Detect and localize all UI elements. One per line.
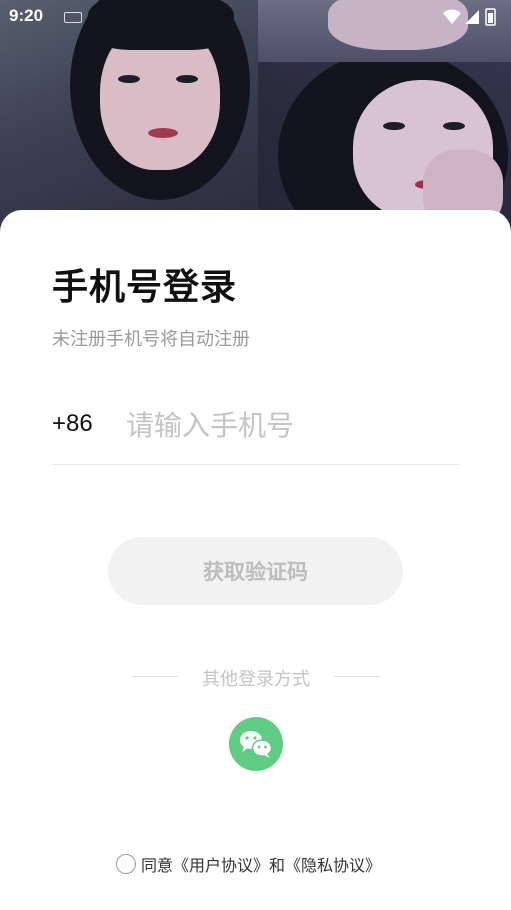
get-verification-code-button[interactable]: 获取验证码 bbox=[108, 537, 403, 605]
country-code[interactable]: +86 bbox=[52, 410, 93, 438]
phone-number-input[interactable] bbox=[124, 402, 458, 448]
wechat-login-button[interactable] bbox=[229, 717, 283, 771]
privacy-agreement-link[interactable]: 《隐私协议》 bbox=[285, 852, 381, 876]
signal-icon bbox=[465, 10, 479, 24]
keyboard-icon bbox=[64, 12, 82, 23]
wechat-icon bbox=[240, 731, 273, 758]
login-sheet: 手机号登录 未注册手机号将自动注册 +86 获取验证码 其他登录方式 同意 《用… bbox=[0, 210, 511, 910]
wifi-icon bbox=[443, 9, 461, 24]
phone-input-row: +86 bbox=[52, 392, 459, 465]
page-subtitle: 未注册手机号将自动注册 bbox=[52, 329, 250, 350]
other-login-label: 其他登录方式 bbox=[202, 669, 310, 690]
agreement-conjunction: 和 bbox=[269, 856, 286, 875]
agreement-prefix: 同意 bbox=[141, 856, 174, 875]
other-login-divider: 其他登录方式 bbox=[132, 665, 380, 690]
divider-line-right bbox=[334, 676, 380, 677]
page-title: 手机号登录 bbox=[52, 267, 238, 308]
system-icons bbox=[441, 8, 501, 32]
user-agreement-link[interactable]: 《用户协议》 bbox=[173, 852, 269, 876]
status-bar: 9:20 bbox=[0, 0, 511, 36]
status-time: 9:20 bbox=[9, 6, 44, 25]
agreement-row: 同意 《用户协议》 和 《隐私协议》 bbox=[116, 853, 381, 875]
agree-radio[interactable] bbox=[116, 854, 136, 874]
